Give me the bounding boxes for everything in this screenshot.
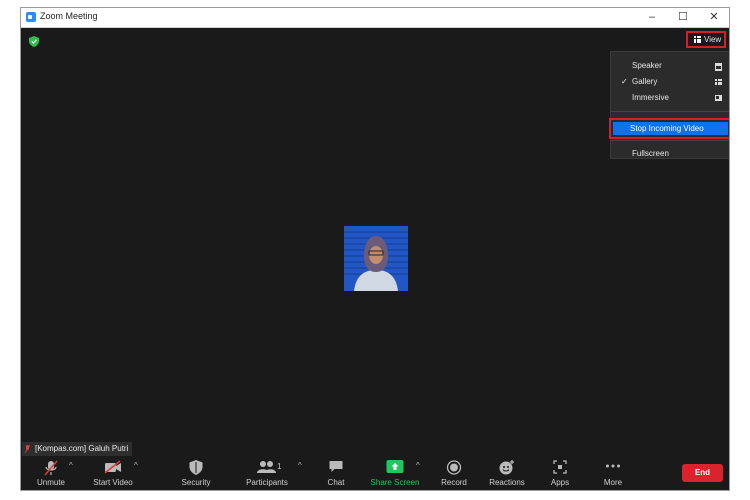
end-meeting-button[interactable]: End: [682, 464, 723, 482]
apps-label: Apps: [550, 478, 570, 487]
security-button[interactable]: Security: [176, 456, 216, 490]
record-icon: [446, 460, 462, 475]
reactions-label: Reactions: [489, 478, 525, 487]
menu-item-label: Immersive: [632, 93, 669, 102]
more-button[interactable]: More: [597, 456, 629, 490]
title-bar: Zoom Meeting – ☐ ✕: [21, 8, 729, 28]
menu-divider: [611, 140, 729, 141]
participant-photo: [344, 226, 408, 291]
participants-label: Participants: [246, 478, 288, 487]
zoom-app-icon: [26, 12, 36, 22]
menu-item-fullscreen[interactable]: Fullscreen: [611, 146, 729, 162]
share-screen-button[interactable]: Share Screen: [369, 456, 421, 490]
zoom-window: Zoom Meeting – ☐ ✕ View Speaker ✓ Galler…: [20, 7, 730, 491]
unmute-label: Unmute: [36, 478, 65, 487]
check-icon: ✓: [621, 77, 628, 86]
menu-item-speaker[interactable]: Speaker: [611, 58, 729, 74]
view-button-label: View: [704, 35, 722, 44]
menu-item-stop-incoming-video[interactable]: Stop Incoming Video: [609, 118, 729, 139]
shield-icon: [189, 460, 203, 475]
emoji-icon: [499, 460, 514, 475]
participants-icon: [257, 461, 276, 473]
view-button[interactable]: View: [686, 31, 726, 48]
maximize-button[interactable]: ☐: [672, 10, 694, 25]
meeting-toolbar: Unmute ^ Start Video ^ Security Particip…: [21, 456, 729, 490]
muted-mic-icon: [25, 445, 30, 453]
participant-name-tag: [Kompas.com] Galuh Putri: [22, 442, 133, 456]
muted-mic-icon: [44, 460, 58, 476]
apps-icon: [553, 460, 567, 474]
video-options-caret[interactable]: ^: [134, 461, 138, 470]
menu-item-label: Fullscreen: [632, 149, 669, 158]
menu-item-label: Stop Incoming Video: [630, 124, 704, 133]
immersive-view-icon: [715, 95, 722, 101]
close-button[interactable]: ✕: [703, 10, 725, 25]
gallery-view-icon: [715, 79, 722, 85]
more-dots-icon: [606, 464, 620, 468]
audio-options-caret[interactable]: ^: [69, 461, 73, 470]
more-label: More: [603, 478, 623, 487]
menu-item-label: Gallery: [632, 77, 658, 86]
grid-icon: [694, 36, 701, 43]
chat-label: Chat: [327, 478, 345, 487]
reactions-button[interactable]: Reactions: [487, 456, 527, 490]
share-options-caret[interactable]: ^: [416, 461, 420, 470]
participants-count: 1: [277, 462, 282, 471]
start-video-label: Start Video: [93, 478, 133, 487]
participants-button[interactable]: Participants: [241, 456, 293, 490]
share-screen-label: Share Screen: [370, 478, 420, 487]
apps-button[interactable]: Apps: [545, 456, 575, 490]
start-video-button[interactable]: Start Video: [87, 456, 139, 490]
security-label: Security: [181, 478, 211, 487]
chat-button[interactable]: Chat: [319, 456, 353, 490]
speaker-view-icon: [715, 63, 722, 71]
participant-video-thumbnail[interactable]: [344, 226, 408, 291]
record-button[interactable]: Record: [435, 456, 473, 490]
participants-options-caret[interactable]: ^: [298, 461, 302, 470]
window-title: Zoom Meeting: [40, 11, 98, 21]
video-off-icon: [104, 460, 121, 474]
view-menu: Speaker ✓ Gallery Immersive Stop Incomin…: [609, 51, 729, 162]
menu-item-gallery[interactable]: ✓ Gallery: [611, 74, 729, 90]
menu-item-label: Speaker: [632, 61, 662, 70]
shield-check-icon[interactable]: [29, 36, 39, 47]
record-label: Record: [441, 478, 467, 487]
menu-divider: [611, 111, 729, 112]
share-screen-icon: [386, 460, 404, 473]
chat-icon: [329, 461, 343, 472]
minimize-button[interactable]: –: [641, 10, 663, 25]
participant-name: [Kompas.com] Galuh Putri: [35, 444, 129, 453]
menu-item-highlight: Stop Incoming Video: [613, 122, 728, 135]
unmute-button[interactable]: Unmute: [31, 456, 71, 490]
menu-item-immersive[interactable]: Immersive: [611, 90, 729, 106]
